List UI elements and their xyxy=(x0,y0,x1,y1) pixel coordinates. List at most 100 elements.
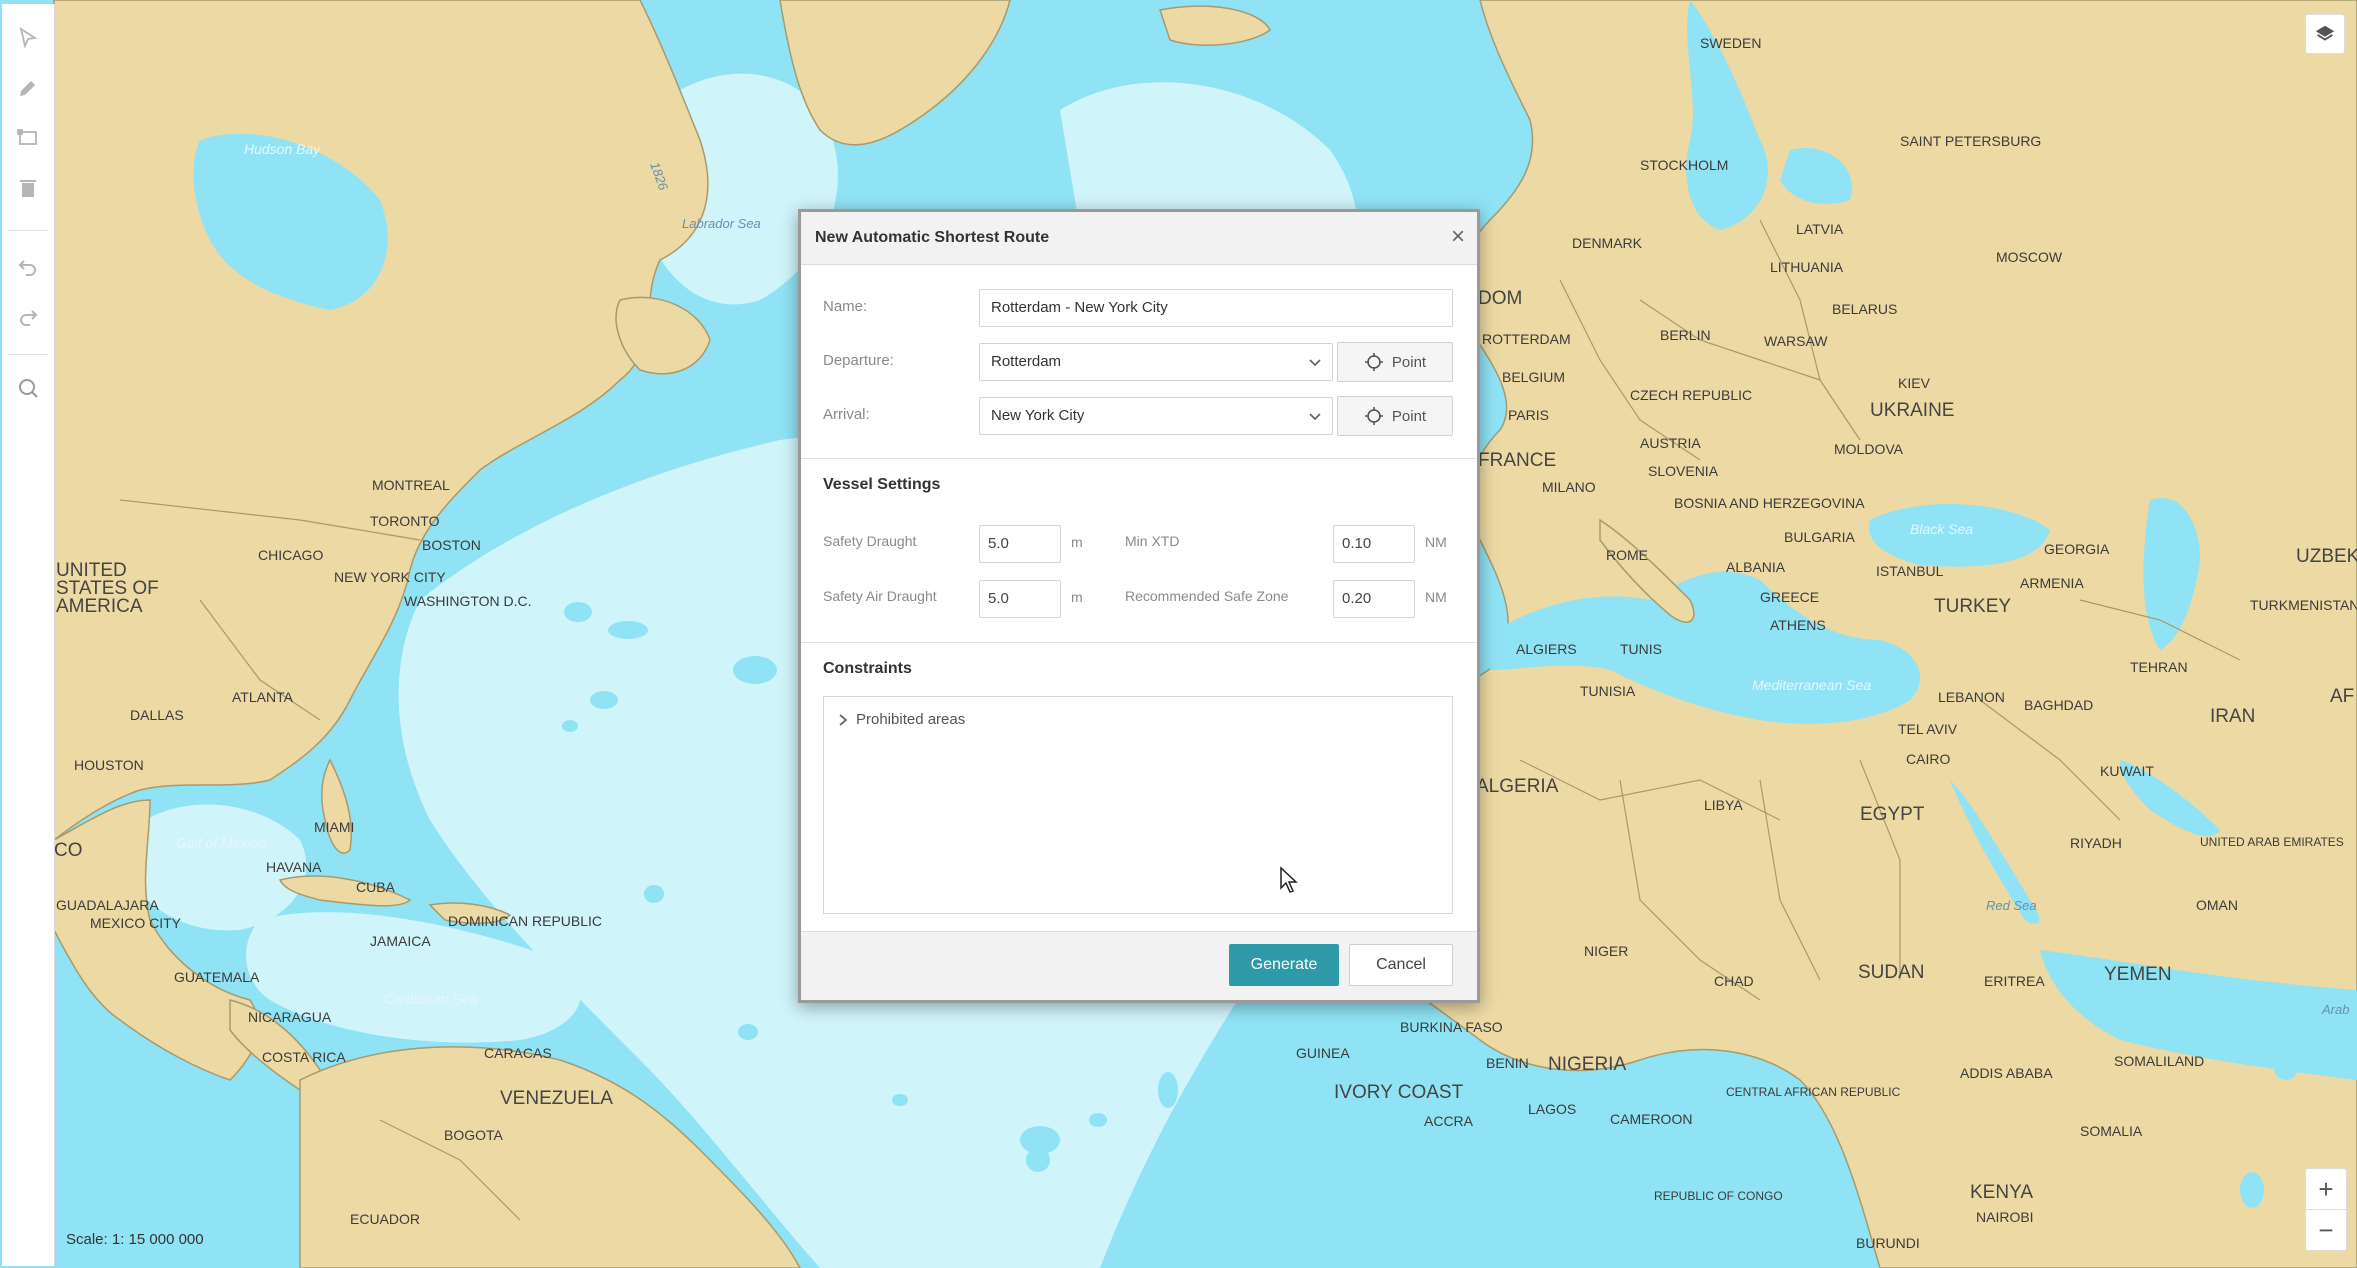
constraints-panel: Prohibited areas xyxy=(823,696,1453,914)
label-paris: PARIS xyxy=(1508,407,1549,423)
label-ukraine: UKRAINE xyxy=(1870,400,1954,421)
cancel-button[interactable]: Cancel xyxy=(1349,944,1453,986)
label-af: AF xyxy=(2330,686,2354,707)
label-houston: HOUSTON xyxy=(74,757,144,773)
label-cuba: CUBA xyxy=(356,879,396,895)
label-nairobi: NAIROBI xyxy=(1976,1209,2034,1225)
label-rome: ROME xyxy=(1606,547,1648,563)
label-caribbean-sea: Caribbean Sea xyxy=(384,991,478,1007)
min-xtd-label: Min XTD xyxy=(1125,533,1180,549)
label-algeria: ALGERIA xyxy=(1476,776,1559,797)
label-nicaragua: NICARAGUA xyxy=(248,1009,332,1025)
arrival-point-button[interactable]: Point xyxy=(1337,396,1453,436)
pencil-icon[interactable] xyxy=(12,72,44,104)
zoom-in-button[interactable]: + xyxy=(2306,1169,2346,1209)
label-congo: REPUBLIC OF CONGO xyxy=(1654,1189,1783,1203)
label-venezuela: VENEZUELA xyxy=(500,1088,613,1109)
label-belarus: BELARUS xyxy=(1832,301,1897,317)
departure-point-button[interactable]: Point xyxy=(1337,342,1453,382)
label-gulf-of-mexico: Gulf of Mexico xyxy=(176,835,266,851)
rectangle-icon[interactable] xyxy=(12,122,44,154)
close-icon[interactable]: × xyxy=(1451,222,1465,252)
prohibited-areas-toggle[interactable]: Prohibited areas xyxy=(838,711,965,728)
safety-air-draught-label: Safety Air Draught xyxy=(823,588,937,604)
label-chicago: CHICAGO xyxy=(258,547,323,563)
dialog-header: New Automatic Shortest Route × xyxy=(801,212,1477,265)
label-austria: AUSTRIA xyxy=(1640,435,1701,451)
label-somalia: SOMALIA xyxy=(2080,1123,2143,1139)
constraints-heading: Constraints xyxy=(823,660,912,677)
label-uae: UNITED ARAB EMIRATES xyxy=(2200,835,2344,849)
label-tunisia: TUNISIA xyxy=(1580,683,1636,699)
label-kuwait: KUWAIT xyxy=(2100,763,2154,779)
label-milano: MILANO xyxy=(1542,479,1596,495)
zoom-out-button[interactable]: − xyxy=(2306,1209,2346,1250)
prohibited-areas-label: Prohibited areas xyxy=(856,711,966,728)
label-moldova: MOLDOVA xyxy=(1834,441,1904,457)
label-ivory-coast: IVORY COAST xyxy=(1334,1082,1464,1103)
redo-icon[interactable] xyxy=(12,300,44,332)
label-kingdom: DOM xyxy=(1478,288,1522,309)
label-lagos: LAGOS xyxy=(1528,1101,1576,1117)
label-rotterdam: ROTTERDAM xyxy=(1482,331,1571,347)
label-turkey: TURKEY xyxy=(1934,596,2011,617)
label-sudan: SUDAN xyxy=(1858,962,1925,983)
label-oman: OMAN xyxy=(2196,897,2238,913)
label-guinea: GUINEA xyxy=(1296,1045,1350,1061)
label-new-york: NEW YORK CITY xyxy=(334,569,446,585)
name-label: Name: xyxy=(823,298,868,315)
label-dominican-republic: DOMINICAN REPUBLIC xyxy=(448,913,602,929)
label-hudson-bay: Hudson Bay xyxy=(244,141,321,157)
map-scale: Scale: 1: 15 000 000 xyxy=(66,1231,204,1248)
mouse-cursor-icon xyxy=(1280,866,1298,893)
arrival-select[interactable]: New York City xyxy=(979,397,1333,435)
label-riyadh: RIYADH xyxy=(2070,835,2122,851)
generate-button[interactable]: Generate xyxy=(1229,944,1339,986)
label-guadalajara: GUADALAJARA xyxy=(56,897,159,913)
dialog-footer: Generate Cancel xyxy=(801,931,1477,1000)
label-ecuador: ECUADOR xyxy=(350,1211,420,1227)
label-burundi: BURUNDI xyxy=(1856,1235,1920,1251)
label-atlanta: ATLANTA xyxy=(232,689,294,705)
label-miami: MIAMI xyxy=(314,819,354,835)
label-kenya: KENYA xyxy=(1970,1182,2033,1203)
label-baghdad: BAGHDAD xyxy=(2024,697,2093,713)
label-car: CENTRAL AFRICAN REPUBLIC xyxy=(1726,1085,1901,1099)
min-xtd-input[interactable]: 0.10 xyxy=(1333,525,1415,563)
label-bogota: BOGOTA xyxy=(444,1127,504,1143)
safety-draught-input[interactable]: 5.0 xyxy=(979,525,1061,563)
label-med-sea: Mediterranean Sea xyxy=(1752,677,1871,693)
layers-icon[interactable] xyxy=(2305,14,2345,54)
label-kiev: KIEV xyxy=(1898,375,1931,391)
trash-icon[interactable] xyxy=(12,172,44,204)
label-czech: CZECH REPUBLIC xyxy=(1630,387,1752,403)
chevron-right-icon xyxy=(839,713,848,726)
departure-value: Rotterdam xyxy=(991,353,1062,370)
safe-zone-unit: NM xyxy=(1425,589,1447,605)
label-georgia: GEORGIA xyxy=(2044,541,2110,557)
label-jamaica: JAMAICA xyxy=(370,933,431,949)
pointer-icon[interactable] xyxy=(12,22,44,54)
safe-zone-label: Recommended Safe Zone xyxy=(1125,588,1289,604)
label-costa-rica: COSTA RICA xyxy=(262,1049,346,1065)
label-warsaw: WARSAW xyxy=(1764,333,1828,349)
safety-air-draught-input[interactable]: 5.0 xyxy=(979,580,1061,618)
label-usa-3: AMERICA xyxy=(56,596,143,617)
chevron-down-icon xyxy=(1309,359,1321,367)
label-mexico-city: MEXICO CITY xyxy=(90,915,182,931)
safe-zone-input[interactable]: 0.20 xyxy=(1333,580,1415,618)
zoom-control: + − xyxy=(2305,1168,2347,1251)
label-havana: HAVANA xyxy=(266,859,322,875)
arrival-label: Arrival: xyxy=(823,406,870,423)
label-tel-aviv: TEL AVIV xyxy=(1898,721,1958,737)
label-greece: GREECE xyxy=(1760,589,1819,605)
label-toronto: TORONTO xyxy=(370,513,440,529)
undo-icon[interactable] xyxy=(12,250,44,282)
search-icon[interactable] xyxy=(12,372,44,404)
label-albania: ALBANIA xyxy=(1726,559,1786,575)
label-yemen: YEMEN xyxy=(2104,964,2172,985)
name-field[interactable]: Rotterdam - New York City xyxy=(979,289,1453,327)
label-belgium: BELGIUM xyxy=(1502,369,1565,385)
label-denmark: DENMARK xyxy=(1572,235,1643,251)
departure-select[interactable]: Rotterdam xyxy=(979,343,1333,381)
